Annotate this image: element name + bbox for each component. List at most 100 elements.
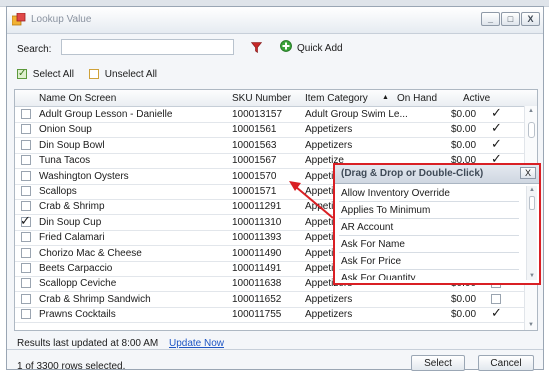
row-select-checkbox[interactable]	[21, 170, 31, 181]
cell-name: Adult Group Lesson - Danielle	[39, 109, 173, 120]
cell-sku: 10001561	[232, 124, 277, 136]
cell-on-hand: $0.00	[451, 139, 477, 151]
popup-list-item[interactable]: Ask For Price	[339, 253, 519, 270]
popup-scroll-up-icon[interactable]: ▲	[529, 187, 535, 193]
active-checkmark-icon: ✓	[491, 105, 502, 120]
row-select-checkbox[interactable]	[21, 201, 31, 212]
active-checkbox[interactable]	[491, 293, 501, 304]
title-bar[interactable]: Lookup Value _ □ X	[7, 7, 543, 34]
cell-sku: 10001570	[232, 170, 277, 182]
select-all-button[interactable]: ✓ Select All	[17, 69, 74, 80]
rows-selected-text: 1 of 3300 rows selected.	[17, 361, 126, 372]
filter-icon[interactable]	[251, 42, 262, 53]
row-select-checkbox[interactable]	[21, 278, 31, 289]
cell-sku: 100011491	[232, 263, 282, 274]
scroll-up-icon[interactable]: ▲	[528, 108, 534, 114]
cell-on-hand: $0.00	[451, 124, 477, 136]
popup-item-label: Ask For Quantity	[341, 273, 416, 280]
field-chooser-popup: (Drag & Drop or Double-Click) X Allow In…	[333, 163, 541, 285]
search-input[interactable]	[61, 39, 234, 55]
column-sku-number[interactable]: SKU Number	[232, 93, 291, 104]
row-select-checkbox[interactable]	[21, 293, 31, 304]
cell-on-hand: $0.00	[451, 109, 477, 120]
row-select-checkbox[interactable]	[21, 247, 31, 258]
row-select-checkbox[interactable]	[21, 124, 31, 135]
cell-name: Din Soup Cup	[39, 216, 102, 228]
table-row[interactable]: Prawns Cocktails 100011755 Appetizers $0.00…	[15, 305, 525, 324]
cell-sku: 100011490	[232, 247, 282, 259]
cell-name: Fried Calamari	[39, 232, 105, 244]
scroll-thumb[interactable]	[528, 122, 535, 138]
column-name-on-screen[interactable]: Name On Screen	[39, 93, 116, 104]
maximize-button[interactable]: □	[501, 12, 520, 26]
row-select-checkbox[interactable]	[21, 232, 31, 243]
app-icon	[12, 13, 26, 26]
cell-sku: 100011393	[232, 232, 282, 244]
cell-category: Appetizers	[305, 124, 353, 136]
window-title: Lookup Value	[31, 14, 92, 25]
cell-name: Prawns Cocktails	[39, 309, 116, 321]
select-all-label: Select All	[32, 69, 74, 80]
minimize-button[interactable]: _	[481, 12, 500, 26]
cell-sku: 10001563	[232, 139, 277, 151]
popup-list-item[interactable]: AR Account	[339, 219, 519, 236]
close-button[interactable]: X	[521, 12, 540, 26]
column-item-category[interactable]: Item Category	[305, 93, 368, 104]
divider	[7, 349, 543, 350]
popup-scrollbar[interactable]: ▲ ▼	[526, 186, 537, 280]
active-checkmark-icon: ✓	[491, 305, 502, 321]
cell-name: Chorizo Mac & Cheese	[39, 247, 142, 259]
row-select-checkbox[interactable]	[21, 155, 31, 166]
cancel-button[interactable]: Cancel	[478, 355, 534, 371]
popup-close-button[interactable]: X	[520, 167, 536, 179]
cell-sku: 100011755	[232, 309, 282, 321]
unselect-all-label: Unselect All	[104, 69, 158, 80]
popup-scroll-thumb[interactable]	[529, 196, 535, 210]
table-row[interactable]: Din Soup Bowl 10001563 Appetizers $0.00 ✓	[15, 137, 525, 154]
checked-checkbox-icon: ✓	[17, 68, 27, 80]
popup-list-item[interactable]: Allow Inventory Override	[339, 185, 519, 202]
cell-name: Scallops	[39, 186, 77, 197]
table-row[interactable]: Adult Group Lesson - Danielle 100013157 Ad…	[15, 105, 525, 123]
last-updated-text: Results last updated at 8:00 AM	[17, 338, 159, 349]
popup-list-item[interactable]: Applies To Minimum	[339, 202, 519, 219]
row-select-checkbox[interactable]	[21, 186, 31, 196]
active-checkmark-icon: ✓	[491, 120, 502, 136]
cell-name: Washington Oysters	[39, 170, 129, 182]
row-select-checkbox[interactable]	[21, 139, 31, 150]
sort-ascending-icon: ▲	[382, 94, 389, 101]
row-select-checkbox[interactable]	[21, 309, 31, 320]
cell-sku: 10001567	[232, 155, 277, 167]
cell-category: Appetizers	[305, 139, 353, 151]
unselect-all-button[interactable]: Unselect All	[89, 69, 157, 80]
table-row[interactable]: Crab & Shrimp Sandwich 100011652 Appetizer…	[15, 292, 525, 308]
cell-name: Crab & Shrimp	[39, 201, 105, 213]
popup-list-item[interactable]: Ask For Name	[339, 236, 519, 253]
checkmark-icon: ✓	[20, 212, 31, 228]
search-toolbar: Search: Quick Add	[7, 36, 543, 60]
cell-name: Tuna Tacos	[39, 155, 91, 167]
update-now-link[interactable]: Update Now	[169, 338, 224, 349]
scroll-down-icon[interactable]: ▼	[528, 322, 534, 328]
table-row[interactable]: Onion Soup 10001561 Appetizers $0.00 ✓	[15, 120, 525, 139]
popup-list-item[interactable]: Ask For Quantity	[339, 270, 519, 280]
column-on-hand[interactable]: On Hand	[397, 93, 437, 104]
cell-category: Appetizers	[305, 293, 353, 305]
popup-title-bar[interactable]: (Drag & Drop or Double-Click) X	[335, 165, 539, 184]
popup-scroll-down-icon[interactable]: ▼	[529, 273, 535, 279]
cell-sku: 100011310	[232, 216, 282, 228]
select-button[interactable]: Select	[411, 355, 465, 371]
column-active[interactable]: Active	[463, 93, 490, 104]
quick-add-icon[interactable]	[280, 40, 292, 52]
popup-item-label: Ask For Name	[341, 239, 405, 250]
quick-add-label[interactable]: Quick Add	[297, 43, 343, 54]
cell-category: Adult Group Swim Le...	[305, 109, 408, 120]
grid-header: Name On Screen SKU Number Item Category …	[15, 90, 537, 107]
row-select-checkbox[interactable]	[21, 109, 31, 119]
cell-name: Onion Soup	[39, 124, 92, 136]
cell-on-hand: $0.00	[451, 293, 477, 305]
row-select-checkbox[interactable]	[21, 263, 31, 273]
status-line: Results last updated at 8:00 AM Update N…	[17, 338, 224, 349]
popup-item-label: Ask For Price	[341, 256, 402, 267]
cell-sku: 100011638	[232, 278, 282, 290]
